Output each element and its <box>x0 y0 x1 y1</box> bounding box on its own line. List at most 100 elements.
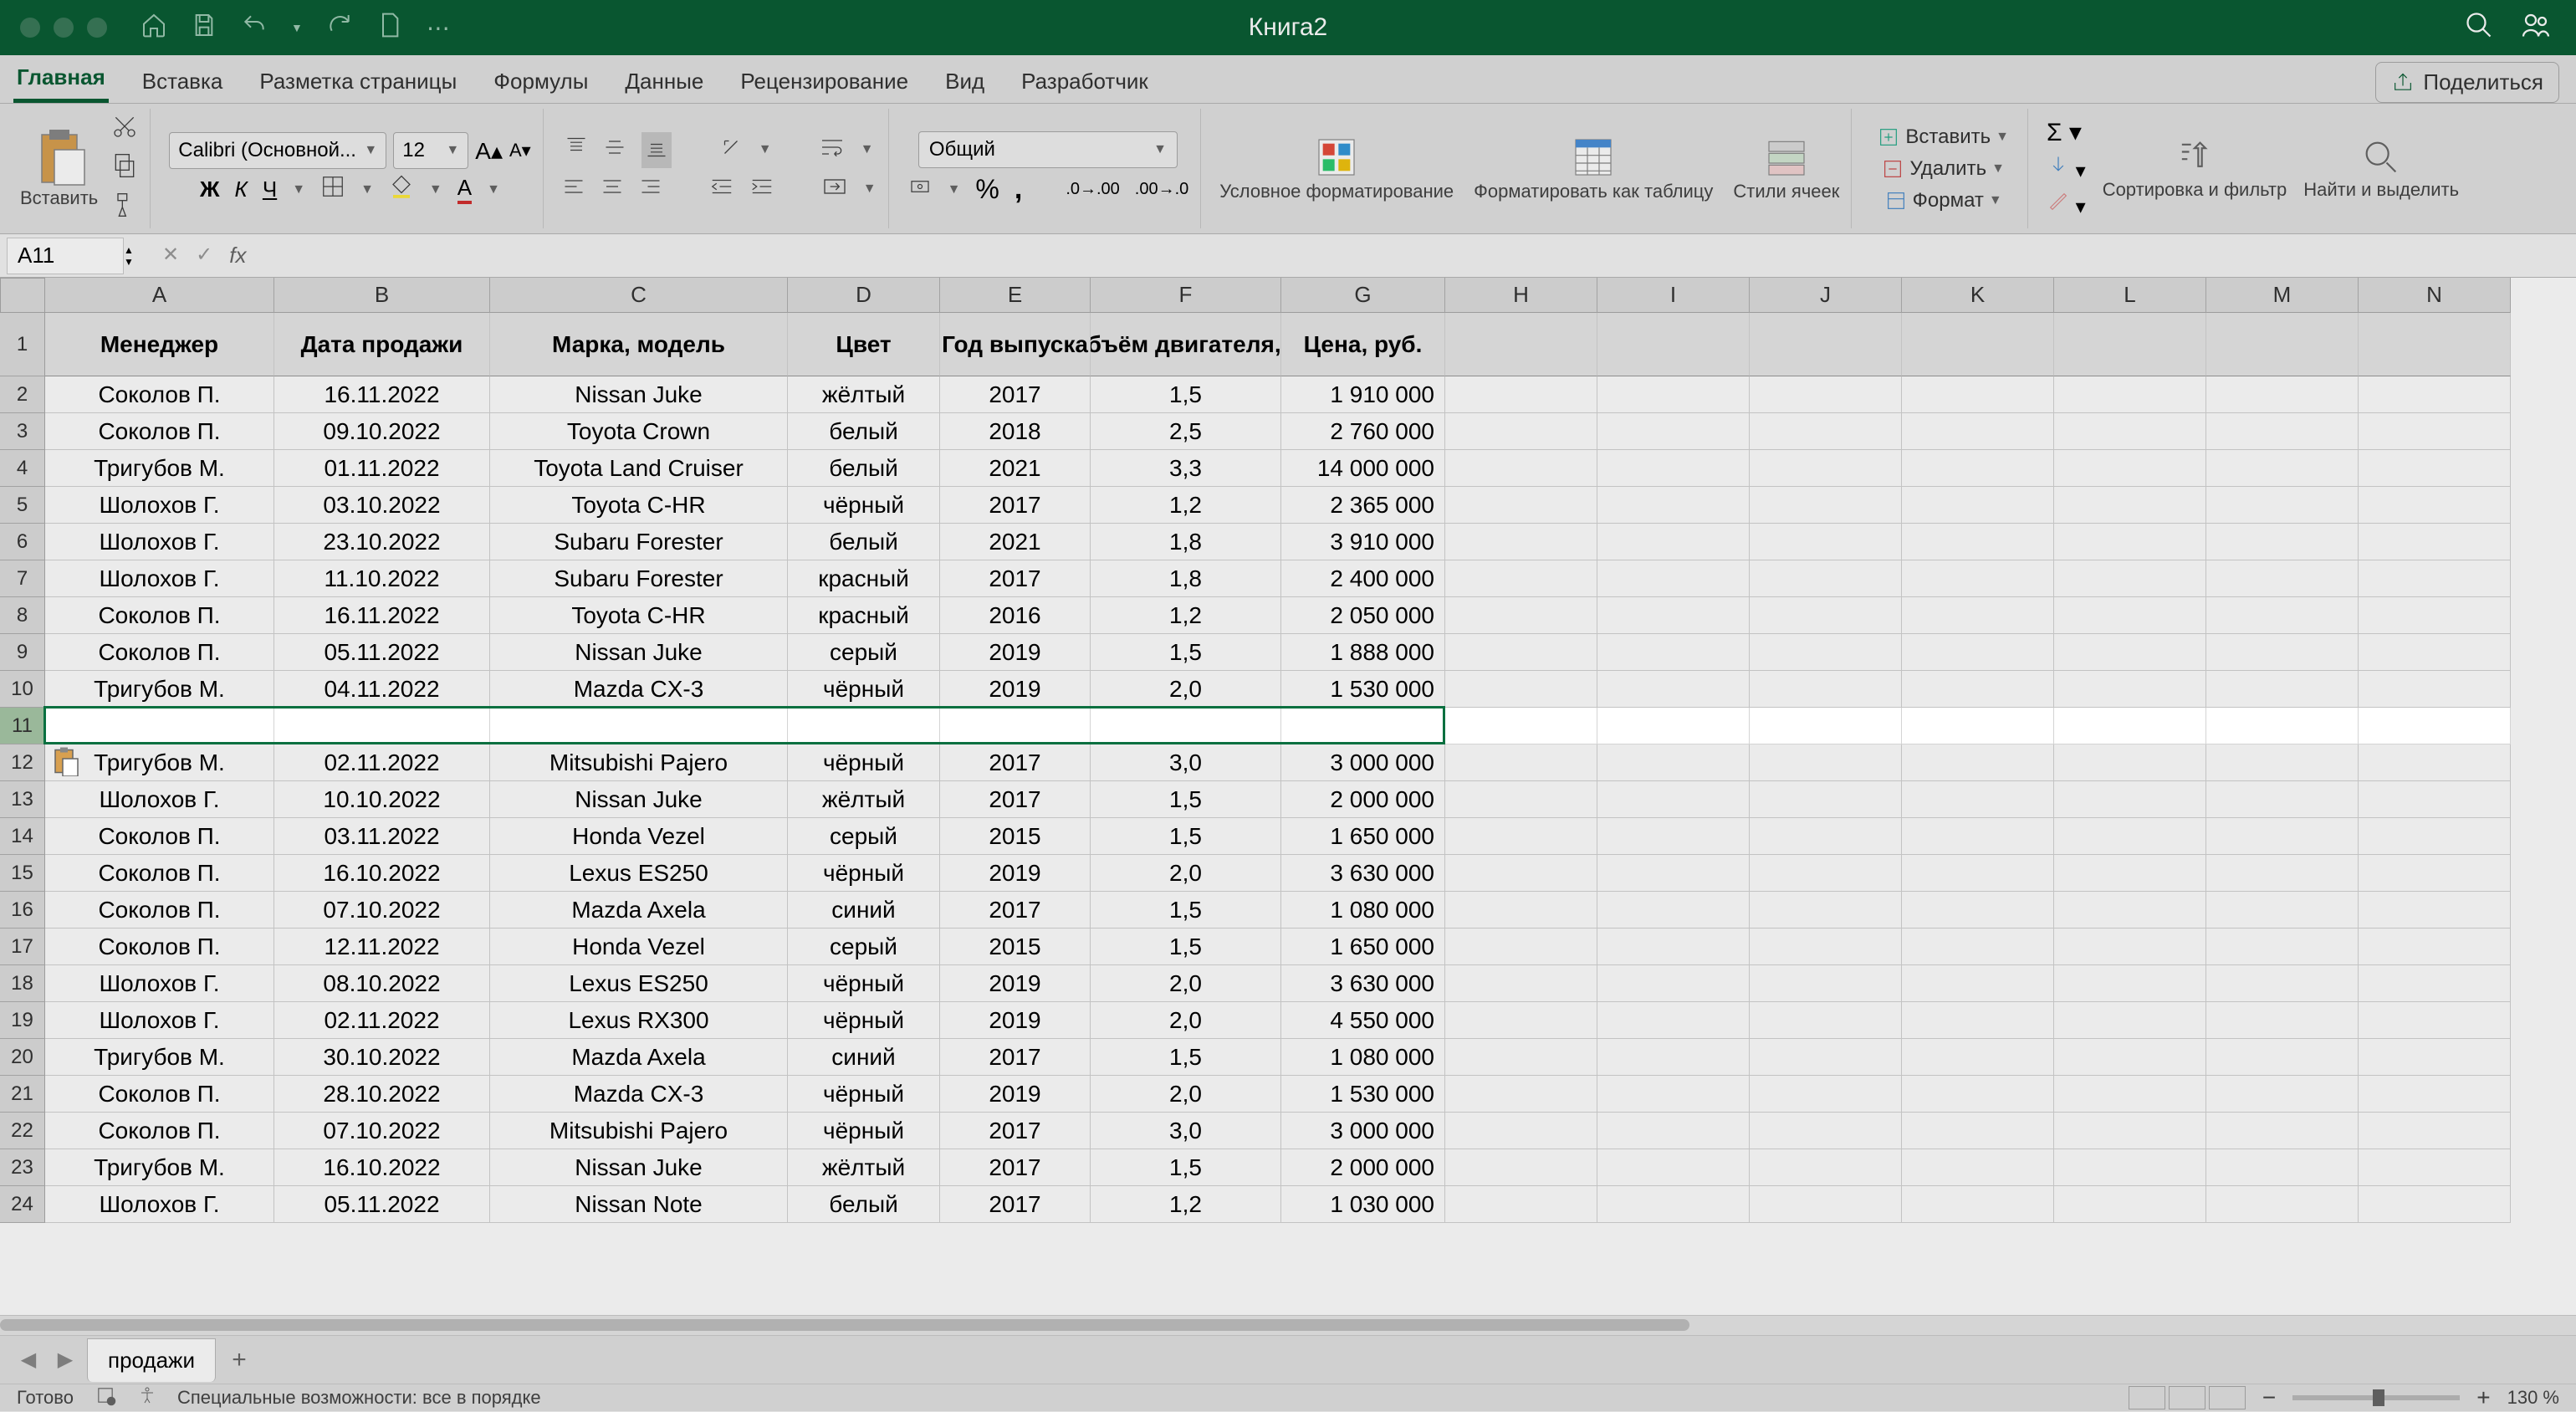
cell[interactable]: Nissan Juke <box>490 634 788 671</box>
row-header-24[interactable]: 24 <box>0 1186 45 1223</box>
minimize-window[interactable] <box>54 18 74 38</box>
row-header-22[interactable]: 22 <box>0 1113 45 1149</box>
paste-icon[interactable] <box>29 127 89 187</box>
header-cell[interactable]: Менеджер <box>45 313 274 376</box>
cell[interactable] <box>2054 597 2206 634</box>
cell[interactable] <box>2054 1149 2206 1186</box>
cell[interactable]: 3 630 000 <box>1281 965 1445 1002</box>
cell[interactable]: 2,0 <box>1091 965 1281 1002</box>
cell[interactable] <box>2359 781 2511 818</box>
cell[interactable] <box>1281 708 1445 744</box>
cell[interactable]: Lexus ES250 <box>490 965 788 1002</box>
align-middle-icon[interactable] <box>603 136 626 165</box>
cell[interactable]: 3 630 000 <box>1281 855 1445 892</box>
paste-hint-icon[interactable] <box>50 746 80 776</box>
font-name-select[interactable]: Calibri (Основной...▼ <box>169 132 386 169</box>
col-header-M[interactable]: M <box>2206 278 2359 313</box>
cell[interactable] <box>2206 671 2359 708</box>
sheet-tab[interactable]: продажи <box>87 1338 216 1382</box>
cell[interactable] <box>2206 965 2359 1002</box>
cell[interactable]: 2017 <box>940 560 1091 597</box>
cell[interactable] <box>1445 671 1597 708</box>
cell[interactable] <box>1445 818 1597 855</box>
row-header-6[interactable]: 6 <box>0 524 45 560</box>
cell[interactable] <box>2054 1039 2206 1076</box>
cell[interactable]: Соколов П. <box>45 892 274 929</box>
cell[interactable]: 1,5 <box>1091 818 1281 855</box>
cell[interactable] <box>2359 1076 2511 1113</box>
header-cell[interactable]: Цена, руб. <box>1281 313 1445 376</box>
cell[interactable]: 16.10.2022 <box>274 855 490 892</box>
cell[interactable]: Соколов П. <box>45 818 274 855</box>
orientation-icon[interactable] <box>718 135 744 166</box>
cell[interactable] <box>1597 560 1750 597</box>
cell[interactable]: Тригубов М. <box>45 671 274 708</box>
cell[interactable]: 2021 <box>940 524 1091 560</box>
cell[interactable] <box>1750 1149 1902 1186</box>
cell[interactable] <box>1597 1113 1750 1149</box>
cell[interactable] <box>2359 929 2511 965</box>
name-box[interactable]: A11 <box>7 238 124 274</box>
cell[interactable]: 4 550 000 <box>1281 1002 1445 1039</box>
cell[interactable] <box>2359 413 2511 450</box>
cell[interactable]: 1 080 000 <box>1281 1039 1445 1076</box>
cell[interactable] <box>1597 487 1750 524</box>
cell[interactable] <box>2054 1186 2206 1223</box>
bold-button[interactable]: Ж <box>200 176 220 202</box>
sheet-prev-icon[interactable]: ◀ <box>13 1345 43 1375</box>
zoom-out-button[interactable]: − <box>2262 1384 2276 1411</box>
fill-color-button[interactable] <box>389 174 414 205</box>
cell[interactable]: 2015 <box>940 929 1091 965</box>
horizontal-scrollbar[interactable] <box>0 1315 2576 1335</box>
cell[interactable]: серый <box>788 634 940 671</box>
align-top-icon[interactable] <box>565 136 588 165</box>
cell[interactable] <box>1597 524 1750 560</box>
page-break-view-button[interactable] <box>2209 1386 2246 1409</box>
cell[interactable]: Toyota C-HR <box>490 597 788 634</box>
cell[interactable] <box>1445 892 1597 929</box>
redo-icon[interactable] <box>326 12 353 44</box>
cell[interactable] <box>2359 671 2511 708</box>
format-cells-button[interactable]: Формат▼ <box>1878 187 2009 214</box>
decrease-indent-icon[interactable] <box>709 174 734 205</box>
cell[interactable] <box>2054 450 2206 487</box>
cell[interactable]: чёрный <box>788 487 940 524</box>
cell[interactable] <box>2206 376 2359 413</box>
cell[interactable] <box>1902 1149 2054 1186</box>
cell[interactable] <box>1750 671 1902 708</box>
cell[interactable]: 1,2 <box>1091 487 1281 524</box>
font-size-select[interactable]: 12▼ <box>393 132 468 169</box>
cell[interactable]: чёрный <box>788 1076 940 1113</box>
cell[interactable]: 1 650 000 <box>1281 929 1445 965</box>
page-layout-view-button[interactable] <box>2169 1386 2205 1409</box>
cell[interactable]: 01.11.2022 <box>274 450 490 487</box>
col-header-B[interactable]: B <box>274 278 490 313</box>
cell[interactable]: Nissan Note <box>490 1186 788 1223</box>
delete-cells-button[interactable]: Удалить▼ <box>1874 156 2011 182</box>
cell[interactable]: Toyota Land Cruiser <box>490 450 788 487</box>
col-header-H[interactable]: H <box>1445 278 1597 313</box>
cell[interactable]: Mazda CX-3 <box>490 671 788 708</box>
normal-view-button[interactable] <box>2129 1386 2165 1409</box>
cell[interactable] <box>1445 929 1597 965</box>
cell[interactable]: чёрный <box>788 744 940 781</box>
cell[interactable]: серый <box>788 818 940 855</box>
cell[interactable] <box>1902 597 2054 634</box>
cell[interactable] <box>2359 744 2511 781</box>
cell[interactable] <box>1597 1039 1750 1076</box>
col-header-E[interactable]: E <box>940 278 1091 313</box>
share-people-icon[interactable] <box>2521 10 2551 46</box>
tab-review[interactable]: Рецензирование <box>737 60 912 103</box>
cell[interactable]: синий <box>788 892 940 929</box>
cell[interactable] <box>2206 1076 2359 1113</box>
cell[interactable]: Тригубов М. <box>45 1039 274 1076</box>
cell[interactable]: 23.10.2022 <box>274 524 490 560</box>
cell[interactable] <box>490 708 788 744</box>
file-icon[interactable] <box>376 12 403 44</box>
cell[interactable] <box>1902 413 2054 450</box>
col-header-D[interactable]: D <box>788 278 940 313</box>
cell[interactable] <box>1597 929 1750 965</box>
cell[interactable] <box>1445 560 1597 597</box>
cell[interactable] <box>1902 892 2054 929</box>
cell[interactable]: Lexus ES250 <box>490 855 788 892</box>
